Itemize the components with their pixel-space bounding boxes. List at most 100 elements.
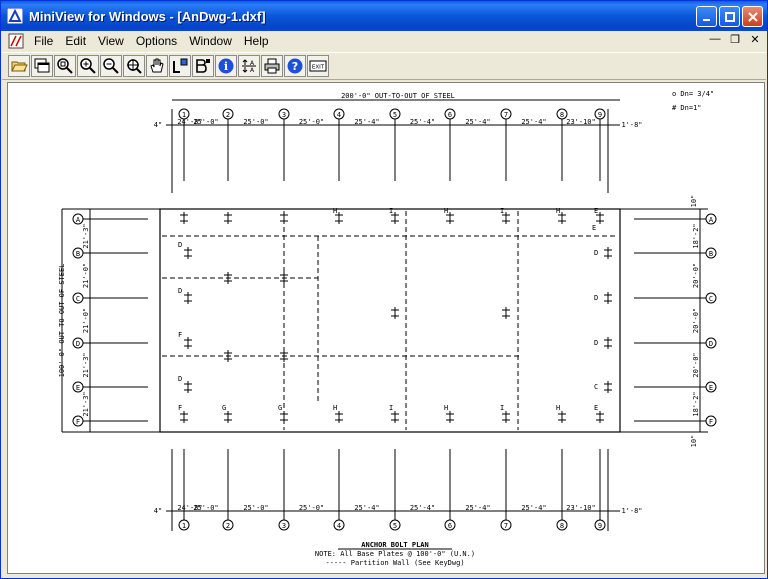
- minimize-button[interactable]: [696, 6, 717, 27]
- grid-letter-right: F: [709, 418, 713, 426]
- legend-item: # Dn=1": [672, 104, 702, 112]
- menu-edit[interactable]: Edit: [59, 34, 92, 48]
- bolt-mark: H: [444, 404, 448, 412]
- mdi-close-icon[interactable]: ✕: [748, 33, 762, 46]
- row-dim-text-left: 21'-3": [82, 391, 90, 416]
- bolt-mark: D: [594, 249, 598, 257]
- print-button[interactable]: [261, 55, 283, 77]
- end-dim-text: 1'-8": [621, 121, 642, 129]
- grid-letter-right: B: [709, 250, 713, 258]
- pan-button[interactable]: [146, 55, 168, 77]
- grid-number-top: 2: [226, 111, 230, 119]
- bolt-mark: F: [178, 404, 182, 412]
- row-dim-text-left: 21'-0": [82, 308, 90, 333]
- row-dim-text-right: 18'-2": [692, 223, 700, 248]
- bay-dim-text-bottom: 25'-4": [410, 504, 435, 512]
- grid-number-bottom: 4: [337, 522, 341, 530]
- bay-dim-text-top: 25'-4": [465, 118, 490, 126]
- menu-file[interactable]: File: [28, 34, 59, 48]
- svg-text:?: ?: [292, 60, 298, 73]
- menu-help[interactable]: Help: [238, 34, 275, 48]
- menu-view[interactable]: View: [92, 34, 130, 48]
- overall-dim-text-left: 100'-0" OUT-TO-OUT OF STEEL: [58, 264, 66, 378]
- grid-number-bottom: 3: [282, 522, 286, 530]
- zoom-window-button[interactable]: [54, 55, 76, 77]
- bay-dim-text-bottom: 25'-0": [299, 504, 324, 512]
- grid-number-bottom: 7: [504, 522, 508, 530]
- zoom-out-button[interactable]: [100, 55, 122, 77]
- title-bar[interactable]: MiniView for Windows - [AnDwg-1.dxf]: [1, 1, 767, 31]
- zoom-in-icon: [80, 58, 96, 74]
- minimize-icon: [702, 18, 710, 21]
- grid-number-top: 9: [598, 111, 602, 119]
- partition-note: ----- Partition Wall (See KeyDwg): [325, 559, 464, 567]
- help-button[interactable]: ?: [284, 55, 306, 77]
- zoom-window-icon: [57, 58, 73, 74]
- mdi-restore-icon[interactable]: ❐: [728, 33, 742, 46]
- bolt-mark: I: [389, 207, 393, 215]
- document-icon[interactable]: [8, 33, 24, 49]
- grid-number-top: 6: [448, 111, 452, 119]
- menu-window[interactable]: Window: [183, 34, 238, 48]
- app-window: MiniView for Windows - [AnDwg-1.dxf] Fil…: [0, 0, 768, 579]
- bolt-mark: I: [389, 404, 393, 412]
- info-icon: i: [218, 58, 234, 74]
- row-dim-text-left: 21'-3": [82, 352, 90, 377]
- bolt-mark: F: [178, 331, 182, 339]
- bay-dim-text-top: 25'-0": [299, 118, 324, 126]
- grid-letter-right: D: [709, 340, 713, 348]
- row-dim-text-right: 20'-0": [692, 263, 700, 288]
- grid-letter-left: F: [76, 418, 80, 426]
- grid-letter-left: C: [76, 295, 80, 303]
- blocks-icon: [196, 59, 210, 73]
- grid-letter-left: D: [76, 340, 80, 348]
- svg-text:A: A: [250, 67, 255, 74]
- zoom-in-button[interactable]: [77, 55, 99, 77]
- maximize-button[interactable]: [719, 6, 740, 27]
- bay-dim-text-top: 25'-0": [243, 118, 268, 126]
- open-button[interactable]: [8, 55, 30, 77]
- grid-number-top: 3: [282, 111, 286, 119]
- zoom-out-icon: [103, 58, 119, 74]
- close-icon: [747, 11, 758, 22]
- bay-dim-text-bottom: 25'-4": [465, 504, 490, 512]
- row-dim-text-left: 21'-0": [82, 263, 90, 288]
- bay-dim-text-top: 25'-4": [410, 118, 435, 126]
- menu-options[interactable]: Options: [130, 34, 183, 48]
- grid-number-top: 8: [560, 111, 564, 119]
- layers-button[interactable]: [169, 55, 191, 77]
- bolt-mark: D: [178, 287, 182, 295]
- text-size-icon: AA: [242, 59, 256, 74]
- bolt-mark: E: [594, 404, 598, 412]
- mdi-minimize-icon[interactable]: —: [708, 33, 722, 46]
- drawing-canvas[interactable]: 200'-0" OUT-TO-OUT OF STEEL o Dn= 3/4" # D…: [7, 82, 765, 574]
- bay-dim-text-bottom: 25'-0": [193, 504, 218, 512]
- row-dim-text-right: 20'-0": [692, 308, 700, 333]
- bolt-mark: H: [333, 404, 337, 412]
- blocks-button[interactable]: [192, 55, 214, 77]
- info-button[interactable]: i: [215, 55, 237, 77]
- zoom-extents-button[interactable]: [123, 55, 145, 77]
- bolt-mark: C: [594, 383, 598, 391]
- app-logo-icon: [7, 8, 23, 24]
- svg-text:i: i: [224, 60, 228, 73]
- edge-dim-text: 10": [690, 435, 698, 448]
- bolt-mark: G: [222, 404, 226, 412]
- bolt-mark: I: [500, 404, 504, 412]
- toolbar: i AA ? EXIT: [2, 52, 766, 80]
- anchor-bolt-plan-drawing[interactable]: 200'-0" OUT-TO-OUT OF STEEL o Dn= 3/4" # D…: [8, 83, 764, 573]
- drawing-note: NOTE: All Base Plates @ 100'-0" (U.N.): [315, 550, 475, 558]
- bolt-mark: D: [594, 294, 598, 302]
- close-button[interactable]: [742, 6, 763, 27]
- grid-number-top: 7: [504, 111, 508, 119]
- windows-button[interactable]: [31, 55, 53, 77]
- overall-dim-text-top: 200'-0" OUT-TO-OUT OF STEEL: [341, 92, 455, 100]
- legend-item: o Dn= 3/4": [672, 90, 714, 98]
- grid-letter-right: C: [709, 295, 713, 303]
- bay-dim-text-bottom: 25'-0": [243, 504, 268, 512]
- grid-number-bottom: 1: [182, 522, 186, 530]
- row-dim-text-right: 18'-2": [692, 391, 700, 416]
- text-size-button[interactable]: AA: [238, 55, 260, 77]
- exit-button[interactable]: EXIT: [307, 55, 329, 77]
- grid-letter-right: E: [709, 384, 713, 392]
